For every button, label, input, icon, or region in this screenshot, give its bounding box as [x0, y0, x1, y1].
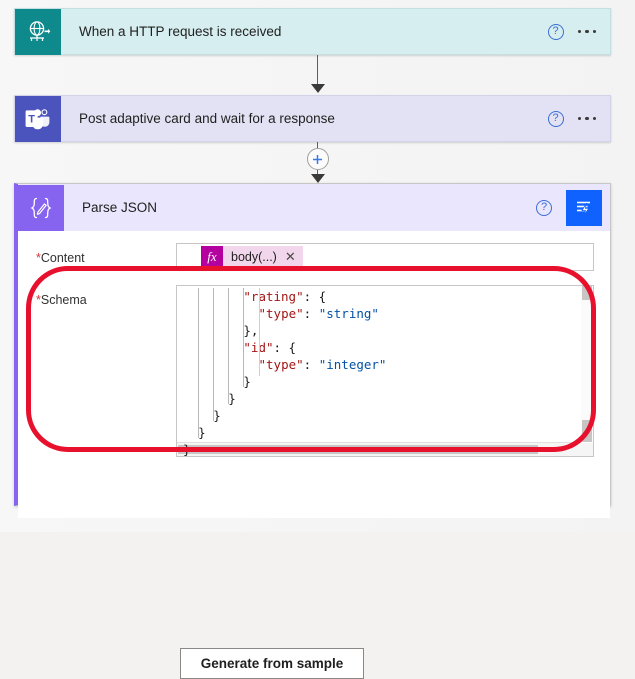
globe-http-icon: [15, 8, 61, 55]
schema-vertical-scrollbar[interactable]: [581, 286, 593, 442]
code-line: "rating": {: [177, 288, 581, 305]
code-line: }: [177, 407, 581, 424]
code-token: : {: [273, 340, 297, 355]
connector-line: [316, 55, 319, 85]
code-token: }: [243, 374, 251, 389]
code-line: "type": "string": [177, 305, 581, 322]
indent-guide: [258, 288, 260, 376]
code-token: },: [243, 323, 259, 338]
scrollbar-thumb[interactable]: [582, 420, 592, 442]
code-token: "integer": [318, 357, 387, 372]
content-label-text: Content: [40, 251, 85, 265]
flow-step-card-http-trigger[interactable]: When a HTTP request is received ?: [14, 8, 611, 55]
code-token: }: [198, 425, 206, 440]
content-input[interactable]: fx body(...) ✕: [176, 243, 594, 271]
card-actions: ?: [547, 110, 611, 127]
code-token: :: [303, 306, 319, 321]
scrollbar-corner: [581, 443, 593, 456]
flow-step-title-http-trigger: When a HTTP request is received: [79, 24, 282, 39]
code-token: }: [213, 408, 221, 423]
connector-http-to-teams: [0, 55, 635, 95]
flow-step-title-teams: Post adaptive card and wait for a respon…: [79, 111, 335, 126]
code-line: "type": "integer": [177, 356, 581, 373]
code-token: "string": [318, 306, 379, 321]
code-line: },: [177, 322, 581, 339]
help-icon[interactable]: ?: [547, 23, 564, 40]
more-options-icon[interactable]: [577, 29, 596, 34]
code-token: "type": [258, 306, 304, 321]
close-icon[interactable]: ✕: [285, 249, 303, 265]
indent-guide: [243, 288, 245, 387]
schema-code-lines[interactable]: "rating": {"type": "string"},"id": {"typ…: [177, 288, 581, 442]
fx-icon: fx: [201, 246, 223, 268]
schema-horizontal-scrollbar[interactable]: [177, 442, 581, 456]
help-icon[interactable]: ?: [547, 110, 564, 127]
code-line: }: [177, 373, 581, 390]
code-token: :: [303, 357, 319, 372]
flow-step-card-parse-json[interactable]: Parse JSON ? *Content fx body(...) ✕ *Sc…: [14, 183, 611, 679]
parse-json-title: Parse JSON: [82, 200, 158, 215]
scrollbar-thumb[interactable]: [582, 286, 592, 300]
indent-guide: [198, 288, 200, 438]
flow-step-card-teams[interactable]: T Post adaptive card and wait for a resp…: [14, 95, 611, 142]
code-token: : {: [303, 289, 327, 304]
indent-guide: [228, 288, 230, 404]
schema-label-text: Schema: [40, 293, 87, 307]
more-options-icon[interactable]: [577, 116, 596, 121]
parse-json-body: *Content fx body(...) ✕ *Schema "rating"…: [18, 243, 610, 518]
schema-overflow-brace: }: [183, 442, 191, 457]
braces-pencil-icon: [18, 184, 64, 231]
code-line: "id": {: [177, 339, 581, 356]
indent-guide: [213, 288, 215, 421]
connector-teams-to-parsejson: [0, 142, 635, 183]
parse-json-header[interactable]: Parse JSON ?: [18, 184, 610, 231]
code-line: }: [177, 390, 581, 407]
help-icon[interactable]: ?: [536, 199, 552, 216]
scrollbar-thumb[interactable]: [178, 445, 538, 454]
field-row-schema: *Schema "rating": {"type": "string"},"id…: [18, 285, 610, 457]
code-line: }: [177, 424, 581, 441]
schema-field-label: *Schema: [36, 285, 176, 307]
schema-code-editor[interactable]: "rating": {"type": "string"},"id": {"typ…: [176, 285, 594, 457]
generate-from-sample-button[interactable]: Generate from sample: [180, 648, 364, 679]
svg-text:T: T: [28, 113, 35, 125]
flow-designer-canvas: When a HTTP request is received ? T Post…: [0, 0, 635, 679]
arrow-down-icon: [310, 174, 325, 183]
arrow-down-icon: [310, 84, 325, 93]
card-actions: ?: [547, 23, 611, 40]
code-token: }: [228, 391, 236, 406]
code-token: "type": [258, 357, 304, 372]
teams-icon: T: [15, 95, 61, 142]
flow-checker-button[interactable]: [566, 190, 602, 226]
field-row-content: *Content fx body(...) ✕: [18, 243, 610, 271]
dynamic-content-token[interactable]: fx body(...) ✕: [201, 246, 303, 268]
token-label: body(...): [231, 250, 277, 264]
content-field-label: *Content: [36, 243, 176, 265]
insert-step-plus-icon[interactable]: [306, 148, 329, 170]
code-token: "rating": [243, 289, 304, 304]
